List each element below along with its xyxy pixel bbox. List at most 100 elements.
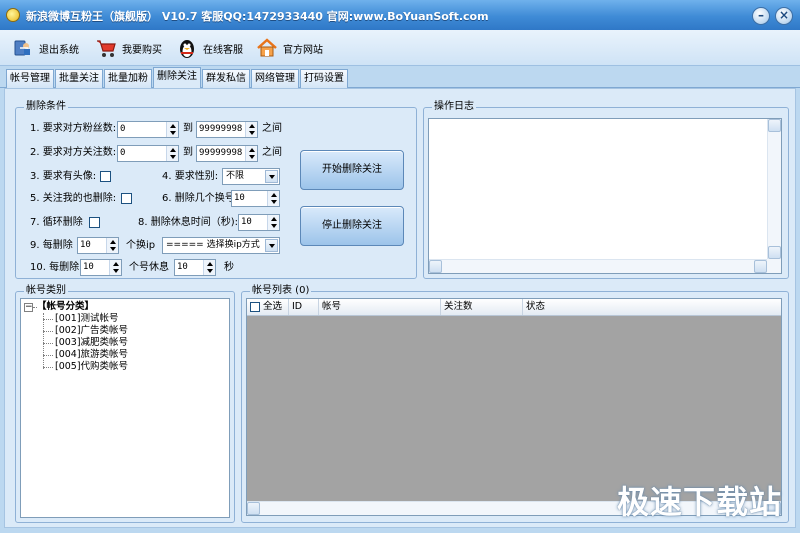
gender-label: 4. 要求性别: (162, 171, 219, 182)
require-avatar-label: 3. 要求有头像: (30, 171, 97, 182)
scroll-left-icon[interactable] (247, 502, 260, 515)
stop-delete-button[interactable]: 停止删除关注 (300, 206, 404, 246)
scroll-corner (767, 259, 781, 273)
log-horizontal-scrollbar[interactable] (429, 259, 767, 273)
follow-between-label: 之间 (262, 147, 282, 158)
tree-connector (43, 355, 53, 356)
tree-connector (43, 319, 53, 320)
buy-button[interactable]: 我要购买 (95, 34, 162, 62)
chevron-down-icon (265, 170, 278, 183)
ip-method-select[interactable]: ===== 选择换ip方式 (162, 237, 280, 254)
tree-connector (43, 367, 53, 368)
tab-content: 删除条件 1. 要求对方粉丝数: 0 到 99999998 之间 2. 要求对方… (4, 88, 796, 528)
tree-root[interactable]: 【帐号分类】 (37, 301, 94, 313)
scroll-up-icon[interactable] (768, 119, 781, 132)
tab-account-management[interactable]: 帐号管理 (6, 69, 54, 88)
follow-to-label: 到 (183, 147, 193, 158)
tree-collapse-icon[interactable]: − (24, 303, 33, 312)
follow-min-stepper[interactable]: 0 (117, 145, 179, 162)
loop-delete-checkbox[interactable] (89, 217, 100, 228)
account-category-title: 帐号类别 (24, 285, 68, 297)
scroll-right-icon[interactable] (754, 260, 767, 273)
exit-label: 退出系统 (39, 44, 79, 56)
tree-connector (43, 343, 53, 344)
account-rest-stepper[interactable]: 10 (174, 259, 216, 276)
per-delete-stepper[interactable]: 10 (77, 237, 119, 254)
column-status[interactable]: 状态 (523, 299, 782, 315)
tree-item-003[interactable]: [003]减肥类帐号 (55, 337, 128, 349)
seconds-label: 秒 (224, 262, 234, 273)
app-icon (6, 8, 20, 22)
tab-batch-add-fans[interactable]: 批量加粉 (104, 69, 152, 88)
account-rest-label: 个号休息 (129, 262, 169, 273)
per-delete-label: 9. 每删除 (30, 240, 73, 251)
tree-item-005[interactable]: [005]代购类帐号 (55, 361, 128, 373)
fans-to-label: 到 (183, 123, 193, 134)
website-button[interactable]: 官方网站 (256, 34, 323, 62)
exit-icon (12, 37, 34, 59)
log-vertical-scrollbar[interactable] (767, 119, 781, 259)
per-delete-rest-stepper[interactable]: 10 (80, 259, 122, 276)
shopping-cart-icon (95, 37, 117, 59)
select-all-checkbox[interactable] (250, 302, 260, 312)
switch-after-label: 6. 删除几个换号: (162, 193, 239, 204)
website-label: 官方网站 (283, 44, 323, 56)
chevron-down-icon (265, 239, 278, 252)
fans-min-stepper[interactable]: 0 (117, 121, 179, 138)
tab-bar: 帐号管理 批量关注 批量加粉 删除关注 群发私信 网络管理 打码设置 (0, 66, 800, 89)
tree-item-002[interactable]: [002]广告类帐号 (55, 325, 128, 337)
fans-between-label: 之间 (262, 123, 282, 134)
toolbar: 退出系统 我要购买 在线客服 官方网站 (0, 30, 800, 66)
online-service-button[interactable]: 在线客服 (176, 34, 243, 62)
tree-connector (43, 331, 53, 332)
loop-delete-label: 7. 循环删除 (30, 217, 83, 228)
tab-delete-follow[interactable]: 删除关注 (153, 67, 201, 89)
buy-label: 我要购买 (122, 44, 162, 56)
rest-time-label: 8. 删除休息时间（秒): (138, 217, 238, 228)
column-follow-count[interactable]: 关注数 (441, 299, 523, 315)
start-delete-button[interactable]: 开始删除关注 (300, 150, 404, 190)
follow-max-stepper[interactable]: 99999998 (196, 145, 258, 162)
column-account[interactable]: 帐号 (319, 299, 441, 315)
delete-followers-label: 5. 关注我的也删除: (30, 193, 117, 204)
per-delete-rest-label: 10. 每删除 (30, 262, 80, 273)
gender-select[interactable]: 不限 (222, 168, 280, 185)
delete-conditions-group: 删除条件 1. 要求对方粉丝数: 0 到 99999998 之间 2. 要求对方… (15, 101, 417, 279)
tab-network-management[interactable]: 网络管理 (251, 69, 299, 88)
delete-conditions-title: 删除条件 (24, 101, 68, 113)
tab-batch-follow[interactable]: 批量关注 (55, 69, 103, 88)
qq-penguin-icon (176, 37, 198, 59)
tree-item-004[interactable]: [004]旅游类帐号 (55, 349, 128, 361)
grid-header: 全选 ID 帐号 关注数 状态 (247, 299, 781, 316)
fans-count-label: 1. 要求对方粉丝数: (30, 123, 117, 134)
operation-log-group: 操作日志 (423, 101, 789, 279)
operation-log-textarea[interactable] (428, 118, 782, 274)
account-category-tree[interactable]: − 【帐号分类】 [001]测试帐号 [002]广告类帐号 [003]减肥类帐号… (20, 298, 230, 518)
delete-followers-checkbox[interactable] (121, 193, 132, 204)
tab-mass-message[interactable]: 群发私信 (202, 69, 250, 88)
require-avatar-checkbox[interactable] (100, 171, 111, 182)
fans-max-stepper[interactable]: 99999998 (196, 121, 258, 138)
scroll-down-icon[interactable] (768, 246, 781, 259)
online-service-label: 在线客服 (203, 44, 243, 56)
select-all-label: 全选 (263, 301, 283, 312)
exit-button[interactable]: 退出系统 (12, 34, 79, 62)
rest-time-stepper[interactable]: 10 (238, 214, 280, 231)
column-id[interactable]: ID (289, 299, 319, 315)
select-all-header[interactable]: 全选 (247, 299, 289, 315)
follow-count-label: 2. 要求对方关注数: (30, 147, 117, 158)
watermark-text: 极速下载站 (616, 483, 782, 521)
account-list-title: 帐号列表 (0) (250, 285, 312, 297)
tree-connector (43, 313, 44, 369)
account-category-group: 帐号类别 − 【帐号分类】 [001]测试帐号 [002]广告类帐号 [003]… (15, 285, 235, 523)
home-icon (256, 37, 278, 59)
switch-after-stepper[interactable]: 10 (231, 190, 280, 207)
window-title: 新浪微博互粉王（旗舰版） V10.7 客服QQ:1472933440 官网:ww… (26, 10, 489, 23)
close-button[interactable]: × (775, 7, 793, 25)
operation-log-title: 操作日志 (432, 101, 476, 113)
tab-captcha-settings[interactable]: 打码设置 (300, 69, 348, 88)
scroll-left-icon[interactable] (429, 260, 442, 273)
minimize-button[interactable]: – (752, 7, 770, 25)
tree-item-001[interactable]: [001]测试帐号 (55, 313, 119, 325)
title-bar: 新浪微博互粉王（旗舰版） V10.7 客服QQ:1472933440 官网:ww… (0, 0, 800, 30)
